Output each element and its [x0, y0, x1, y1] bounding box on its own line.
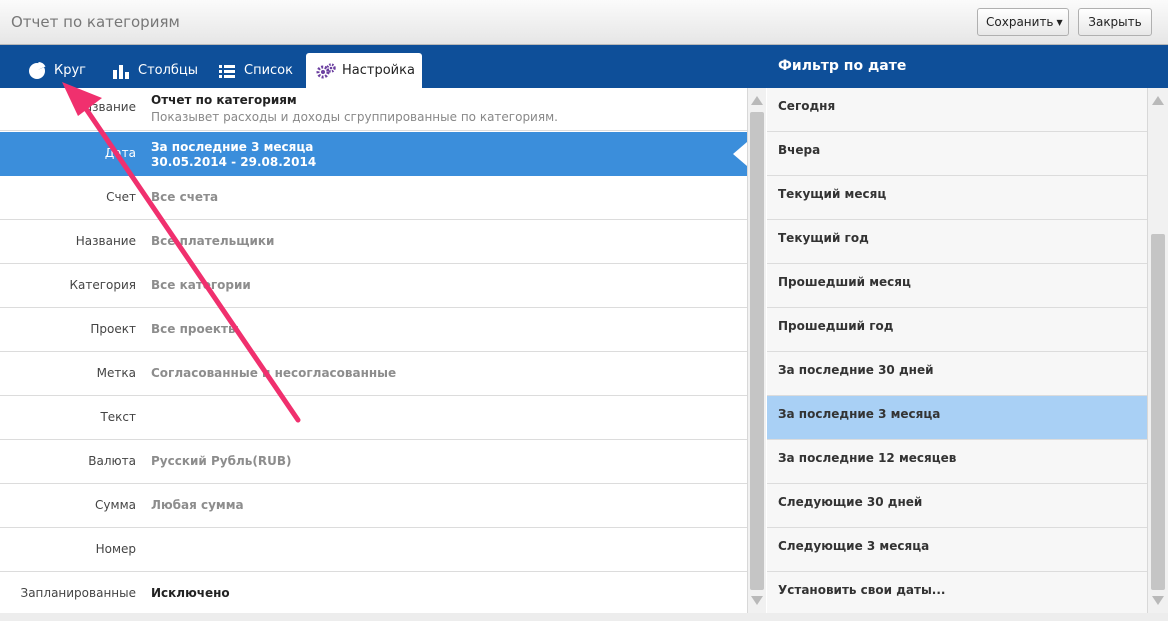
date-filter-item[interactable]: Вчера: [767, 132, 1147, 176]
window-bottom-edge: [0, 613, 1168, 621]
setting-label: Категория: [69, 278, 136, 292]
setting-value: Все счета: [151, 190, 219, 204]
close-button[interactable]: Закрыть: [1078, 8, 1152, 36]
save-button[interactable]: Сохранить ▼: [977, 8, 1069, 36]
setting-row[interactable]: Категория Все категории: [0, 264, 747, 308]
date-filter-item[interactable]: Сегодня: [767, 88, 1147, 132]
tab-columns[interactable]: Столбцы: [102, 53, 208, 88]
setting-label: Название: [75, 100, 136, 114]
date-filter-list: Сегодня Вчера Текущий месяц Текущий год …: [767, 88, 1147, 613]
setting-row[interactable]: Метка Согласованные и несогласованные: [0, 352, 747, 396]
setting-row[interactable]: Сумма Любая сумма: [0, 484, 747, 528]
settings-icon: [316, 62, 336, 80]
scrollbar-thumb[interactable]: [750, 112, 764, 590]
setting-row[interactable]: Запланированные Исключено: [0, 572, 747, 613]
setting-label: Счет: [106, 190, 136, 204]
setting-row[interactable]: Проект Все проекты: [0, 308, 747, 352]
date-filter-item[interactable]: Текущий месяц: [767, 176, 1147, 220]
scroll-down-icon[interactable]: [751, 596, 763, 605]
settings-scrollbar[interactable]: [747, 88, 766, 613]
setting-label: Номер: [95, 542, 136, 556]
scroll-down-icon[interactable]: [1152, 596, 1164, 605]
window-title: Отчет по категориям: [11, 13, 180, 31]
report-name-value: Отчет по категориям: [151, 93, 297, 107]
setting-row[interactable]: Название Все плательщики: [0, 220, 747, 264]
list-icon: [218, 62, 236, 80]
date-filter-scrollbar[interactable]: [1147, 88, 1168, 613]
pie-chart-icon: [28, 60, 46, 80]
date-filter-item[interactable]: Прошедший месяц: [767, 264, 1147, 308]
setting-row-name[interactable]: Название Отчет по категориям Показывет р…: [0, 88, 747, 131]
date-filter-value: За последние 3 месяца: [151, 140, 314, 154]
tab-list[interactable]: Список: [208, 53, 303, 88]
report-description: Показывет расходы и доходы сгруппированн…: [151, 110, 558, 124]
tab-pie[interactable]: Круг: [18, 53, 96, 88]
setting-label: Сумма: [95, 498, 136, 512]
tab-settings-label: Настройка: [342, 63, 415, 78]
setting-value: Любая сумма: [151, 498, 244, 512]
setting-label: Проект: [90, 322, 136, 336]
setting-value: Русский Рубль(RUB): [151, 454, 292, 468]
selection-pointer: [733, 142, 747, 166]
scroll-up-icon[interactable]: [751, 96, 763, 105]
setting-row[interactable]: Номер: [0, 528, 747, 572]
setting-label: Валюта: [88, 454, 136, 468]
date-filter-item[interactable]: За последние 12 месяцев: [767, 440, 1147, 484]
date-filter-title: Фильтр по дате: [767, 45, 1168, 88]
tab-columns-label: Столбцы: [138, 63, 199, 78]
date-filter-item[interactable]: Следующие 30 дней: [767, 484, 1147, 528]
tab-settings[interactable]: Настройка: [306, 53, 422, 88]
setting-value: Согласованные и несогласованные: [151, 366, 397, 380]
settings-list: Название Отчет по категориям Показывет р…: [0, 88, 747, 613]
setting-row[interactable]: Валюта Русский Рубль(RUB): [0, 440, 747, 484]
setting-label: Текст: [100, 410, 136, 424]
setting-value: Все категории: [151, 278, 251, 292]
tab-pie-label: Круг: [54, 63, 87, 78]
chevron-down-icon: ▼: [1056, 18, 1063, 27]
setting-value: Все плательщики: [151, 234, 275, 248]
setting-label: Дата: [104, 146, 136, 160]
save-button-label: Сохранить: [986, 15, 1054, 29]
setting-row[interactable]: Текст: [0, 396, 747, 440]
date-filter-item[interactable]: Следующие 3 месяца: [767, 528, 1147, 572]
setting-value: Исключено: [151, 586, 230, 600]
date-filter-item[interactable]: За последние 30 дней: [767, 352, 1147, 396]
setting-row-date[interactable]: Дата За последние 3 месяца 30.05.2014 - …: [0, 132, 747, 176]
date-filter-item[interactable]: Прошедший год: [767, 308, 1147, 352]
view-tabbar: Круг Столбцы Список Настройка: [0, 45, 767, 88]
scroll-up-icon[interactable]: [1152, 96, 1164, 105]
setting-label: Метка: [96, 366, 136, 380]
setting-label: Название: [75, 234, 136, 248]
date-filter-item[interactable]: Текущий год: [767, 220, 1147, 264]
setting-value: Все проекты: [151, 322, 239, 336]
date-range-value: 30.05.2014 - 29.08.2014: [151, 155, 317, 169]
setting-row[interactable]: Счет Все счета: [0, 176, 747, 220]
window-titlebar: Отчет по категориям Сохранить ▼ Закрыть: [0, 0, 1168, 45]
setting-label: Запланированные: [20, 586, 137, 600]
bar-chart-icon: [112, 62, 130, 80]
scrollbar-thumb[interactable]: [1151, 234, 1165, 590]
date-filter-item-selected[interactable]: За последние 3 месяца: [767, 396, 1147, 440]
tab-list-label: Список: [244, 63, 293, 78]
date-filter-item[interactable]: Установить свои даты...: [767, 572, 1147, 613]
